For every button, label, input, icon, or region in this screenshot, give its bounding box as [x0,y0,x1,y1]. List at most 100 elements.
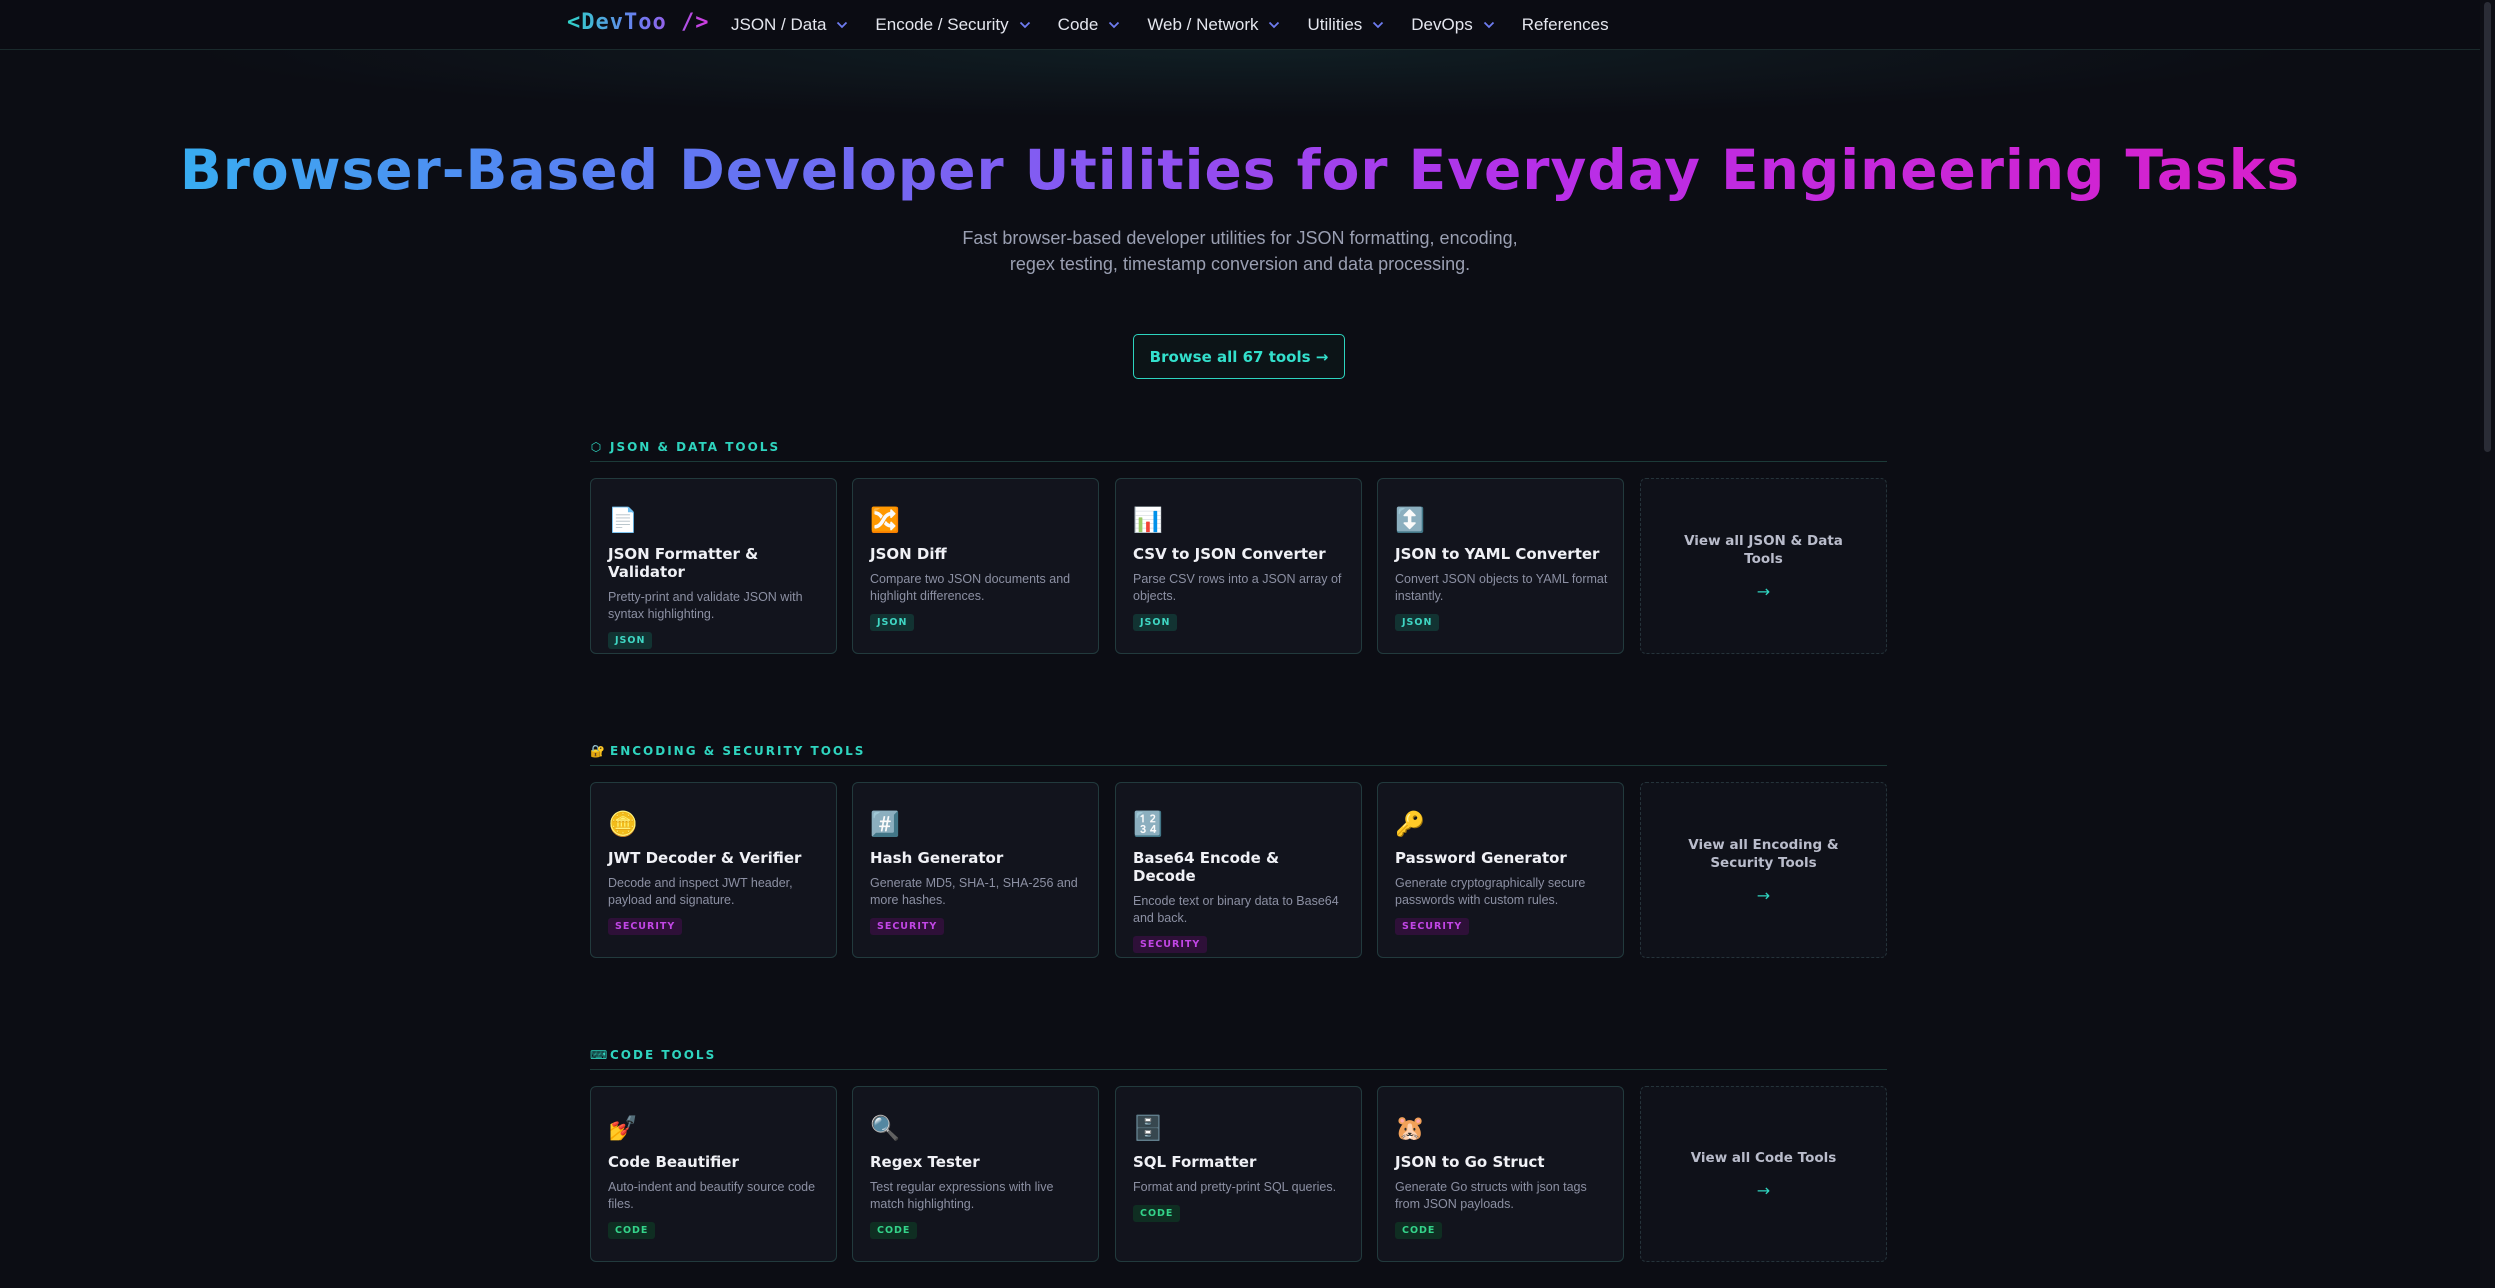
menu-references[interactable]: References [1522,15,1609,35]
arrow-right-icon: → [1756,1180,1771,1200]
tool-grid: 💅 Code Beautifier Auto-indent and beauti… [590,1086,1887,1262]
tool-tag: JSON [1395,614,1440,631]
menu-web-network[interactable]: Web / Network [1147,15,1280,35]
tool-card-json-to-go[interactable]: 🐹 JSON to Go Struct Generate Go structs … [1377,1086,1624,1262]
view-all-label: View all Code Tools [1690,1149,1837,1166]
tool-tag: CODE [1133,1205,1181,1222]
section-title: JSON & DATA TOOLS [610,440,781,454]
section-encoding-security: 🔐 ENCODING & SECURITY TOOLS 🪙 JWT Decode… [590,744,1887,958]
site-logo[interactable]: <DevToo /> [567,10,709,35]
tool-card-json-formatter[interactable]: 📄 JSON Formatter & Validator Pretty-prin… [590,478,837,654]
menu-label: References [1521,15,1609,34]
tool-description: Pretty-print and validate JSON with synt… [608,590,803,621]
nail-polish-icon: 💅 [608,1114,638,1142]
tool-title: SQL Formatter [1133,1153,1257,1171]
chevron-down-icon [837,21,848,29]
menu-utilities[interactable]: Utilities [1307,15,1384,35]
section-heading: ⬡ JSON & DATA TOOLS [590,440,1887,462]
tool-description: Format and pretty-print SQL queries. [1133,1180,1337,1194]
chevron-down-icon [1019,21,1030,29]
tool-title: JSON Diff [870,545,947,563]
file-cabinet-icon: 🗄️ [1133,1114,1163,1142]
tool-grid: 📄 JSON Formatter & Validator Pretty-prin… [590,478,1887,654]
section-heading: 🔐 ENCODING & SECURITY TOOLS [590,744,1887,766]
magnifier-icon: 🔍 [870,1114,900,1142]
tool-title: JSON to YAML Converter [1395,545,1600,563]
tool-card-csv-to-json[interactable]: 📊 CSV to JSON Converter Parse CSV rows i… [1115,478,1362,654]
section-json-data: ⬡ JSON & DATA TOOLS 📄 JSON Formatter & V… [590,440,1887,654]
keyboard-icon: ⌨ [590,1048,610,1062]
tool-tag: CODE [870,1222,918,1239]
view-all-encoding-security-link[interactable]: View all Encoding & Security Tools → [1640,782,1887,958]
tool-description: Decode and inspect JWT header, payload a… [608,876,793,907]
hexagon-icon: ⬡ [590,440,604,454]
tool-card-hash-generator[interactable]: #️⃣ Hash Generator Generate MD5, SHA-1, … [852,782,1099,958]
tool-card-base64[interactable]: 🔢 Base64 Encode & Decode Encode text or … [1115,782,1362,958]
tool-tag: SECURITY [608,918,683,935]
tool-description: Auto-indent and beautify source code fil… [608,1180,816,1211]
menu-label: Encode / Security [875,15,1009,34]
menu-label: JSON / Data [731,15,827,34]
hero-title: Browser-Based Developer Utilities for Ev… [0,138,2480,202]
numbers-icon: 🔢 [1133,810,1163,838]
tool-tag: SECURITY [1133,936,1208,953]
arrow-right-icon: → [1756,581,1771,601]
section-title: CODE TOOLS [610,1048,717,1062]
coin-icon: 🪙 [608,810,638,838]
tool-description: Encode text or binary data to Base64 and… [1133,894,1339,925]
browse-all-tools-button[interactable]: Browse all 67 tools → [1133,334,1345,379]
tool-tag: SECURITY [870,918,945,935]
menu-json-data[interactable]: JSON / Data [731,15,848,35]
key-icon: 🔑 [1395,810,1425,838]
view-all-code-link[interactable]: View all Code Tools → [1640,1086,1887,1262]
arrow-right-icon: → [1756,885,1771,905]
tool-card-jwt-decoder[interactable]: 🪙 JWT Decoder & Verifier Decode and insp… [590,782,837,958]
chevron-down-icon [1269,21,1280,29]
tool-card-json-to-yaml[interactable]: ↕️ JSON to YAML Converter Convert JSON o… [1377,478,1624,654]
tool-card-regex-tester[interactable]: 🔍 Regex Tester Test regular expressions … [852,1086,1099,1262]
tool-description: Parse CSV rows into a JSON array of obje… [1133,572,1342,603]
view-all-json-data-link[interactable]: View all JSON & Data Tools → [1640,478,1887,654]
tool-tag: JSON [1133,614,1178,631]
tool-description: Generate MD5, SHA-1, SHA-256 and more ha… [870,876,1078,907]
tool-tag: SECURITY [1395,918,1470,935]
lock-key-icon: 🔐 [590,744,607,758]
chevron-down-icon [1373,21,1384,29]
tool-title: Code Beautifier [608,1153,739,1171]
bar-chart-icon: 📊 [1133,506,1163,534]
nav-glow [0,50,2480,130]
section-heading: ⌨ CODE TOOLS [590,1048,1887,1070]
tool-card-sql-formatter[interactable]: 🗄️ SQL Formatter Format and pretty-print… [1115,1086,1362,1262]
tool-description: Generate cryptographically secure passwo… [1395,876,1586,907]
tool-title: JWT Decoder & Verifier [608,849,802,867]
tool-card-json-diff[interactable]: 🔀 JSON Diff Compare two JSON documents a… [852,478,1099,654]
view-all-label: View all Encoding & Security Tools [1688,836,1839,871]
tool-title: JSON to Go Struct [1395,1153,1545,1171]
tool-description: Generate Go structs with json tags from … [1395,1180,1587,1211]
main-menu: JSON / Data Encode / Security Code Web /… [731,0,1636,50]
menu-code[interactable]: Code [1058,15,1121,35]
chevron-down-icon [1109,21,1120,29]
menu-label: Utilities [1307,15,1363,34]
chevron-down-icon [1483,21,1494,29]
tool-tag: JSON [870,614,915,631]
tool-card-password-generator[interactable]: 🔑 Password Generator Generate cryptograp… [1377,782,1624,958]
menu-encode-security[interactable]: Encode / Security [875,15,1030,35]
up-down-arrow-icon: ↕️ [1395,506,1425,534]
menu-devops[interactable]: DevOps [1411,15,1494,35]
tool-description: Compare two JSON documents and highlight… [870,572,1071,603]
section-title: ENCODING & SECURITY TOOLS [610,744,866,758]
tool-title: Password Generator [1395,849,1567,867]
tool-title: JSON Formatter & Validator [608,545,759,581]
tool-description: Test regular expressions with live match… [870,1180,1054,1211]
view-all-label: View all JSON & Data Tools [1684,532,1843,567]
menu-label: Web / Network [1147,15,1259,34]
hero-subtitle: Fast browser-based developer utilities f… [962,228,1518,274]
tool-tag: CODE [608,1222,656,1239]
tool-title: Base64 Encode & Decode [1133,849,1280,885]
tool-card-code-beautifier[interactable]: 💅 Code Beautifier Auto-indent and beauti… [590,1086,837,1262]
tool-grid: 🪙 JWT Decoder & Verifier Decode and insp… [590,782,1887,958]
gopher-icon: 🐹 [1395,1114,1425,1142]
scrollbar-thumb[interactable] [2484,2,2491,452]
tool-tag: JSON [608,632,653,649]
